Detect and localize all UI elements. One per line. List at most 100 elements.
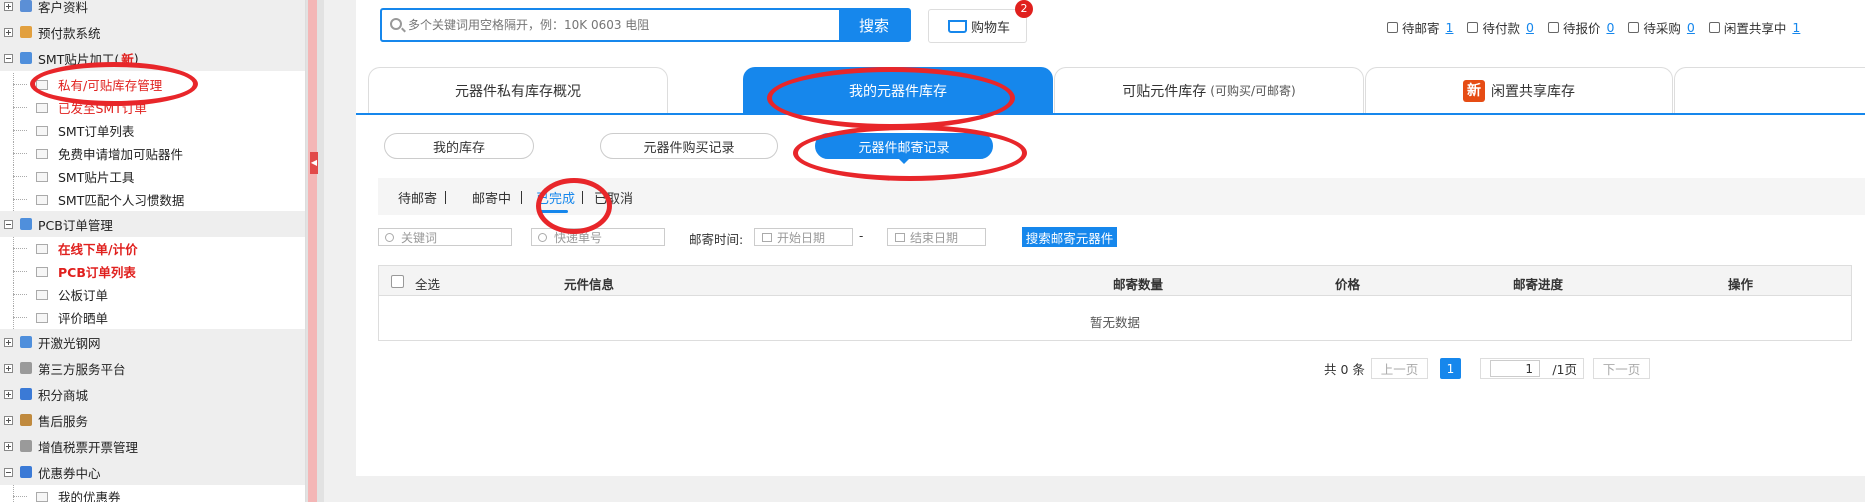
sidebar-item[interactable]: 评价晒单 bbox=[0, 306, 305, 329]
sidebar-group[interactable]: 预付款系统 bbox=[0, 19, 305, 45]
collapse-icon[interactable] bbox=[4, 467, 13, 477]
sidebar: 客户资料 预付款系统 SMT贴片加工(新) 私有/可贴库存管理 已发至SMT订单 SMT订… bbox=[0, 0, 306, 502]
coin-icon bbox=[20, 388, 32, 400]
current-page[interactable]: 1 bbox=[1440, 358, 1461, 379]
sidebar-item[interactable]: SMT贴片工具 bbox=[0, 165, 305, 188]
cart-icon bbox=[945, 19, 967, 33]
sidebar-item[interactable]: PCB订单列表 bbox=[0, 260, 305, 283]
collapse-icon[interactable] bbox=[4, 219, 13, 229]
sidebar-item[interactable]: 公板订单 bbox=[0, 283, 305, 306]
sidebar-item[interactable]: SMT订单列表 bbox=[0, 119, 305, 142]
sidebar-group[interactable]: 优惠券中心 bbox=[0, 459, 305, 485]
tab-label: 元器件私有库存概况 bbox=[455, 83, 581, 100]
tab-private-stock-overview[interactable]: 元器件私有库存概况 bbox=[368, 67, 668, 113]
page-icon bbox=[36, 148, 48, 159]
expand-icon[interactable] bbox=[4, 389, 13, 399]
tree-connector bbox=[0, 96, 36, 119]
active-tab-arrow bbox=[898, 158, 910, 164]
sidebar-item[interactable]: 在线下单/计价 bbox=[0, 237, 305, 260]
tab-pending-mail[interactable]: 待邮寄 bbox=[398, 188, 437, 207]
collapse-icon[interactable] bbox=[4, 53, 13, 63]
sidebar-group[interactable]: PCB订单管理 bbox=[0, 211, 305, 237]
expand-icon[interactable] bbox=[4, 27, 13, 37]
tab-my-stock[interactable]: 我的库存 bbox=[384, 133, 534, 159]
separator bbox=[582, 191, 583, 204]
service-icon bbox=[20, 362, 32, 374]
tab-mailing-records[interactable]: 元器件邮寄记录 bbox=[815, 133, 993, 164]
sidebar-item-label: 我的优惠券 bbox=[58, 490, 121, 502]
status-label: 待采购 bbox=[1643, 21, 1681, 36]
new-tag: 新 bbox=[121, 51, 134, 67]
status-count[interactable]: 0 bbox=[1606, 20, 1614, 35]
tab-my-components-stock[interactable]: 我的元器件库存 bbox=[743, 67, 1053, 113]
active-tab-underline bbox=[540, 210, 568, 213]
sidebar-group-label: 优惠券中心 bbox=[38, 465, 101, 481]
expand-icon[interactable] bbox=[4, 363, 13, 373]
cart-label: 购物车 bbox=[970, 20, 1010, 36]
sidebar-item[interactable]: 我的优惠券 bbox=[0, 485, 305, 502]
status-count[interactable]: 0 bbox=[1687, 20, 1695, 35]
expand-icon[interactable] bbox=[4, 415, 13, 425]
status-count[interactable]: 1 bbox=[1792, 20, 1800, 35]
status-item[interactable]: 待采购 0 bbox=[1628, 18, 1695, 37]
page-input[interactable] bbox=[1490, 360, 1540, 377]
page-icon bbox=[36, 289, 48, 300]
tree-connector bbox=[0, 260, 36, 283]
separator bbox=[521, 191, 522, 204]
tab-purchase-records[interactable]: 元器件购买记录 bbox=[600, 133, 778, 159]
sidebar-group[interactable]: SMT贴片加工(新) bbox=[0, 45, 305, 71]
tab-idle-shared-stock[interactable]: 新 闲置共享库存 bbox=[1365, 67, 1673, 113]
sidebar-group-label: PCB订单管理 bbox=[38, 217, 113, 233]
select-all-checkbox[interactable] bbox=[391, 275, 404, 288]
search-icon bbox=[390, 18, 402, 30]
sidebar-splitter-bar[interactable] bbox=[308, 0, 317, 502]
status-item[interactable]: 闲置共享中 1 bbox=[1708, 18, 1800, 37]
cart-button[interactable]: 购物车 2 bbox=[928, 0, 1033, 43]
status-count[interactable]: 1 bbox=[1446, 20, 1454, 35]
sidebar-group[interactable]: 售后服务 bbox=[0, 407, 305, 433]
tree-connector bbox=[0, 73, 36, 96]
status-item[interactable]: 待报价 0 bbox=[1547, 18, 1614, 37]
sidebar-group[interactable]: 开激光钢网 bbox=[0, 329, 305, 355]
sidebar-item[interactable]: 私有/可贴库存管理 bbox=[0, 73, 305, 96]
prev-page-button[interactable]: 上一页 bbox=[1371, 358, 1428, 379]
expand-icon[interactable] bbox=[4, 337, 13, 347]
end-date-field[interactable]: 结束日期 bbox=[887, 228, 986, 246]
sidebar-group-label: 第三方服务平台 bbox=[38, 361, 126, 377]
sidebar-group-label: 增值税票开票管理 bbox=[38, 439, 139, 455]
collapse-sidebar-button[interactable]: ◀ bbox=[310, 152, 318, 174]
top-tabs: 元器件私有库存概况 我的元器件库存 可贴元件库存 (可购买/可邮寄) 新 闲置共… bbox=[356, 67, 1865, 115]
status-bar: 待邮寄 1 待付款 0 待报价 0 待采购 0 闲置共享中 1 bbox=[1387, 18, 1814, 37]
sidebar-group[interactable]: 增值税票开票管理 bbox=[0, 433, 305, 459]
tab-mountable-stock[interactable]: 可贴元件库存 (可购买/可邮寄) bbox=[1054, 67, 1364, 113]
next-page-button[interactable]: 下一页 bbox=[1593, 358, 1650, 379]
status-icon bbox=[1387, 22, 1398, 33]
sidebar-group-label: 售后服务 bbox=[38, 413, 89, 429]
search-mail-button[interactable]: 搜索邮寄元器件 bbox=[1022, 227, 1117, 247]
status-item[interactable]: 待邮寄 1 bbox=[1387, 18, 1453, 37]
tree-connector bbox=[0, 142, 36, 165]
sidebar-item[interactable]: 已发至SMT订单 bbox=[0, 96, 305, 119]
tab-in-transit[interactable]: 邮寄中 bbox=[472, 188, 511, 207]
tab-completed[interactable]: 已完成 bbox=[536, 188, 575, 207]
sidebar-item[interactable]: 免费申请增加可贴器件 bbox=[0, 142, 305, 165]
start-date-field[interactable]: 开始日期 bbox=[754, 228, 853, 246]
status-item[interactable]: 待付款 0 bbox=[1467, 18, 1534, 37]
column-price: 价格 bbox=[1335, 277, 1361, 292]
sidebar-group[interactable]: 积分商城 bbox=[0, 381, 305, 407]
status-count[interactable]: 0 bbox=[1526, 20, 1534, 35]
keyword-field[interactable]: 关键词 bbox=[378, 228, 512, 246]
sidebar-item[interactable]: SMT匹配个人习惯数据 bbox=[0, 188, 305, 211]
sidebar-group[interactable]: 第三方服务平台 bbox=[0, 355, 305, 381]
date-range-dash: - bbox=[859, 229, 864, 243]
column-mail-progress: 邮寄进度 bbox=[1513, 277, 1564, 292]
expand-icon[interactable] bbox=[4, 1, 13, 11]
tracking-number-field[interactable]: 快递单号 bbox=[531, 228, 665, 246]
expand-icon[interactable] bbox=[4, 441, 13, 451]
search-input[interactable] bbox=[382, 10, 839, 40]
search-button[interactable]: 搜索 bbox=[839, 10, 909, 40]
coupon-icon bbox=[20, 466, 32, 478]
sidebar-group[interactable]: 客户资料 bbox=[0, 0, 305, 19]
tab-cancelled[interactable]: 已取消 bbox=[594, 188, 633, 207]
status-icon bbox=[1467, 22, 1479, 33]
